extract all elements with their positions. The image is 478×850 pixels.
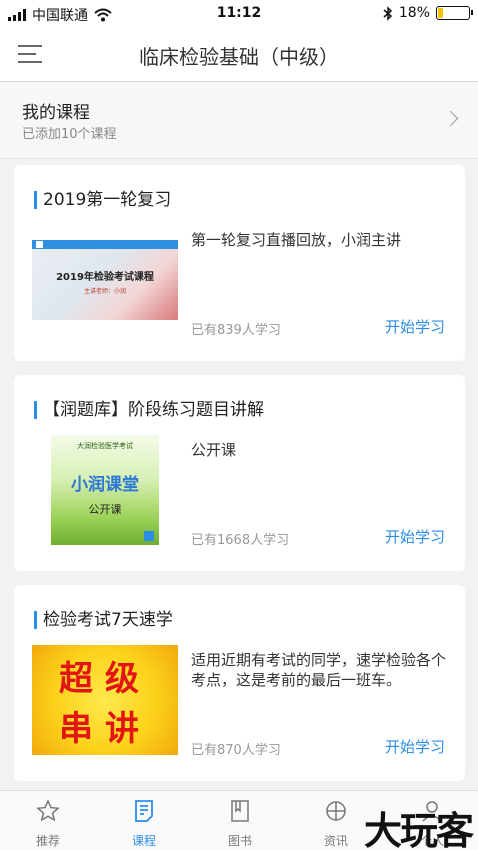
course-title: 检验考试7天速学 xyxy=(34,610,173,630)
learner-count: 已有839人学习 xyxy=(191,323,281,338)
status-bar: 中国联通 11:12 18% xyxy=(0,0,478,28)
star-icon xyxy=(36,799,60,822)
logo-icon xyxy=(144,531,154,541)
start-learning-button[interactable]: 开始学习 xyxy=(385,736,445,757)
course-icon xyxy=(135,800,153,822)
battery-level xyxy=(438,8,443,18)
tab-label: 图书 xyxy=(227,834,252,848)
start-learning-button[interactable]: 开始学习 xyxy=(385,526,445,547)
bluetooth-icon xyxy=(383,5,392,21)
navigation-bar: 临床检验基础（中级） xyxy=(0,28,478,82)
globe-icon xyxy=(326,801,346,821)
tab-books[interactable]: 图书 xyxy=(192,791,288,850)
tab-recommend[interactable]: 推荐 xyxy=(0,791,96,850)
course-thumbnail[interactable]: 超级 串讲 xyxy=(32,645,178,755)
my-courses-subtitle: 已添加10个课程 xyxy=(22,127,117,142)
course-thumbnail[interactable]: 2019年检验考试课程 主讲老师：小润 xyxy=(32,240,178,320)
tab-label: 课程 xyxy=(131,834,156,848)
thumbnail-caption: 大润检验医学考试 xyxy=(77,442,133,450)
course-description: 适用近期有考试的同学，速学检验各个考点，这是考前的最后一班车。 xyxy=(191,651,447,689)
logo-icon xyxy=(36,241,43,248)
book-icon xyxy=(231,800,249,822)
my-courses-row[interactable]: 我的课程 已添加10个课程 xyxy=(0,83,478,159)
tab-label: 推荐 xyxy=(35,834,60,848)
course-card[interactable]: 【润题库】阶段练习题目讲解 大润检验医学考试 小润课堂 公开课 公开课 已有16… xyxy=(14,375,465,571)
thumbnail-title: 2019年检验考试课程 xyxy=(56,272,154,283)
chevron-right-icon xyxy=(442,110,459,127)
battery-icon xyxy=(436,6,473,20)
thumbnail-subtitle: 主讲老师：小润 xyxy=(83,288,126,295)
thumbnail-title: 小润课堂 xyxy=(71,475,139,495)
watermark: 大玩客 xyxy=(363,808,474,850)
thumbnail-header-bar xyxy=(32,240,178,249)
thumbnail-line-1: 超级 xyxy=(59,659,151,699)
course-card[interactable]: 2019第一轮复习 2019年检验考试课程 主讲老师：小润 第一轮复习直播回放，… xyxy=(14,165,465,361)
course-description: 公开课 xyxy=(191,441,237,459)
learner-count: 已有1668人学习 xyxy=(191,533,290,548)
thumbnail-line-2: 串讲 xyxy=(59,709,151,749)
battery-percent: 18% xyxy=(398,5,430,21)
course-thumbnail[interactable]: 大润检验医学考试 小润课堂 公开课 xyxy=(51,435,159,545)
thumbnail-subtitle: 公开课 xyxy=(88,503,122,516)
course-card[interactable]: 检验考试7天速学 超级 串讲 适用近期有考试的同学，速学检验各个考点，这是考前的… xyxy=(14,585,465,781)
page-title: 临床检验基础（中级） xyxy=(139,45,339,69)
course-description: 第一轮复习直播回放，小润主讲 xyxy=(191,231,402,249)
tab-courses[interactable]: 课程 xyxy=(96,791,192,850)
status-right: 18% xyxy=(383,5,473,21)
course-title: 2019第一轮复习 xyxy=(34,190,171,210)
start-learning-button[interactable]: 开始学习 xyxy=(385,316,445,337)
learner-count: 已有870人学习 xyxy=(191,743,281,758)
course-title: 【润题库】阶段练习题目讲解 xyxy=(34,400,264,420)
my-courses-title: 我的课程 xyxy=(22,103,90,123)
